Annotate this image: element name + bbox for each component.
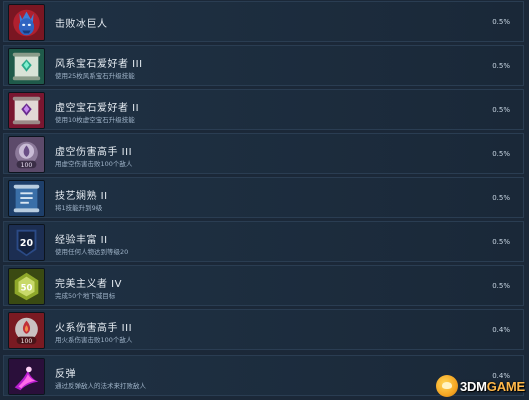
wind-gem-scroll-icon [8, 48, 45, 85]
achievement-row[interactable]: 50 完美主义者 IV 完成50个地下城目标 0.5% [3, 265, 524, 306]
achievement-title: 虚空伤害高手 III [55, 147, 133, 158]
achievement-percent: 0.5% [492, 194, 510, 202]
achievement-row[interactable]: 风系宝石爱好者 III 使用25枚风系宝石升级技能 0.5% [3, 45, 524, 86]
void-damage-100-icon: 100 [8, 136, 45, 173]
mascot-logo-icon [435, 375, 458, 397]
level-20-badge-icon: 20 [8, 224, 45, 261]
achievement-percent: 0.5% [492, 282, 510, 290]
achievement-row[interactable]: 技艺娴熟 II 将1技能升到9级 0.5% [3, 177, 524, 218]
achievement-description: 使用25枚风系宝石升级技能 [55, 72, 135, 80]
achievement-title: 经验丰富 II [55, 235, 108, 246]
achievement-row[interactable]: 虚空宝石爱好者 II 使用10枚虚空宝石升级技能 0.5% [3, 89, 524, 130]
achievement-title: 技艺娴熟 II [55, 191, 108, 202]
fire-damage-100-icon: 100 [8, 312, 45, 349]
achievement-title: 反弹 [55, 369, 76, 380]
watermark-text: 3DMGAME [460, 379, 525, 394]
svg-text:50: 50 [21, 283, 33, 293]
achievement-percent: 0.5% [492, 62, 510, 70]
perfectionist-50-icon: 50 [8, 268, 45, 305]
site-watermark: 3DMGAME [435, 375, 525, 397]
watermark-text-part2: GAME [486, 378, 525, 394]
achievement-title: 虚空宝石爱好者 II [55, 103, 140, 114]
achievement-description: 完成50个地下城目标 [55, 292, 116, 300]
achievement-percent: 0.5% [492, 106, 510, 114]
achievement-title: 击败冰巨人 [55, 19, 108, 30]
achievement-row[interactable]: 击败冰巨人 0.5% [3, 1, 524, 42]
achievement-window: 击败冰巨人 0.5% 风系宝石爱好者 III 使用25枚风系宝石升级技能 0.5… [0, 0, 529, 400]
achievement-row[interactable]: 20 经验丰富 II 使用任何人物达到等级20 0.5% [3, 221, 524, 262]
ice-giant-icon [8, 4, 45, 41]
achievement-description: 通过反弹敌人的法术来打败敌人 [55, 382, 146, 390]
void-gem-scroll-icon [8, 92, 45, 129]
achievement-description: 用火系伤害击败100个敌人 [55, 336, 133, 344]
skill-scroll-icon [8, 180, 45, 217]
achievement-description: 用虚空伤害击败100个敌人 [55, 160, 133, 168]
achievement-description: 使用任何人物达到等级20 [55, 248, 129, 256]
achievement-row[interactable]: 100 火系伤害高手 III 用火系伤害击败100个敌人 0.4% [3, 309, 524, 350]
achievement-title: 风系宝石爱好者 III [55, 59, 143, 70]
achievement-percent: 0.4% [492, 326, 510, 334]
achievement-list: 击败冰巨人 0.5% 风系宝石爱好者 III 使用25枚风系宝石升级技能 0.5… [0, 0, 529, 400]
svg-text:100: 100 [21, 162, 33, 169]
reflect-spell-icon [8, 358, 45, 395]
svg-text:100: 100 [21, 338, 33, 345]
achievement-percent: 0.5% [492, 150, 510, 158]
watermark-text-part1: 3DM [459, 378, 487, 394]
svg-text:20: 20 [20, 238, 34, 249]
achievement-row[interactable]: 100 虚空伤害高手 III 用虚空伤害击败100个敌人 0.5% [3, 133, 524, 174]
achievement-description: 使用10枚虚空宝石升级技能 [55, 116, 135, 124]
achievement-title: 火系伤害高手 III [55, 323, 133, 334]
achievement-title: 完美主义者 IV [55, 279, 122, 290]
achievement-description: 将1技能升到9级 [55, 204, 103, 212]
achievement-percent: 0.5% [492, 18, 510, 26]
achievement-percent: 0.5% [492, 238, 510, 246]
